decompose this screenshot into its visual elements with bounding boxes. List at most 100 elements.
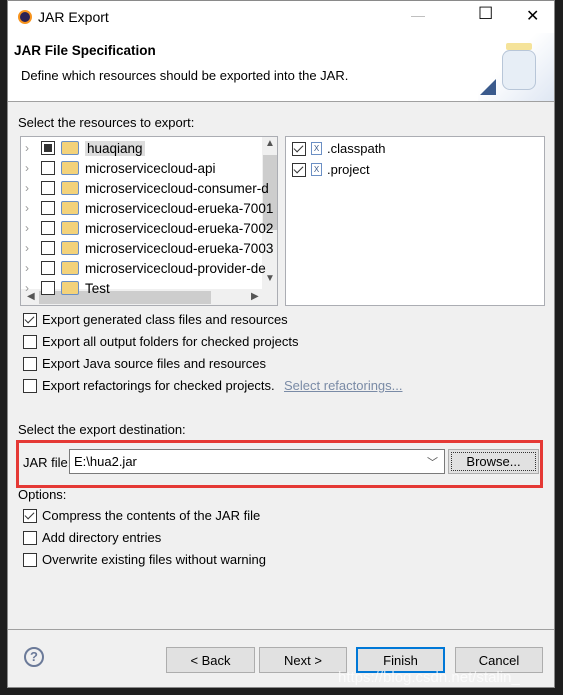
minimize-button[interactable]: — <box>411 7 425 23</box>
checkbox[interactable] <box>292 141 306 156</box>
tree-item-label: microservicecloud-erueka-7003 <box>85 240 274 256</box>
tree-item-label: microservicecloud-erueka-7001 <box>85 200 274 216</box>
jar-icon <box>478 33 554 101</box>
checkbox[interactable] <box>292 162 306 177</box>
tree-item-label: microservicecloud-erueka-7002 <box>85 220 274 236</box>
wizard-header: JAR File Specification Define which reso… <box>8 33 554 102</box>
browse-button[interactable]: Browse... <box>448 449 539 474</box>
back-label: < Back <box>190 652 231 668</box>
jar-export-dialog: JAR Export — ☐ ✕ JAR File Specification … <box>7 0 555 688</box>
tree-item-label: microservicecloud-provider-de <box>85 260 266 276</box>
option-label: Add directory entries <box>42 530 162 545</box>
jar-file-value: E:\hua2.jar <box>74 454 137 469</box>
select-refactorings-link[interactable]: Select refactorings... <box>284 378 403 393</box>
checkbox[interactable] <box>41 241 55 255</box>
checkbox[interactable] <box>41 181 55 195</box>
checkbox[interactable] <box>41 261 55 275</box>
tree-item[interactable]: › microservicecloud-erueka-7002 <box>25 218 273 238</box>
destination-label: Select the export destination: <box>18 422 186 437</box>
project-folder-icon <box>61 261 79 275</box>
chevron-right-icon[interactable]: › <box>25 281 35 295</box>
jar-file-label: JAR file: <box>23 455 72 470</box>
close-button[interactable]: ✕ <box>526 6 539 26</box>
chevron-right-icon[interactable]: › <box>25 161 35 175</box>
tree-item[interactable]: › microservicecloud-api <box>25 158 216 178</box>
tree-item[interactable]: › microservicecloud-provider-de <box>25 258 266 278</box>
xml-file-icon: X <box>311 163 322 176</box>
chevron-right-icon[interactable]: › <box>25 261 35 275</box>
help-button[interactable]: ? <box>24 647 44 667</box>
page-title: JAR File Specification <box>14 43 156 58</box>
file-item[interactable]: X .project <box>292 162 370 177</box>
project-folder-icon <box>61 181 79 195</box>
watermark: https://blog.csdn.net/stalin_ <box>338 669 520 686</box>
checkbox[interactable] <box>41 201 55 215</box>
tree-item[interactable]: › microservicecloud-erueka-7001 <box>25 198 273 218</box>
tree-item[interactable]: › microservicecloud-consumer-d <box>25 178 269 198</box>
separator <box>8 629 554 630</box>
resources-label: Select the resources to export: <box>18 115 195 130</box>
option-label: Export all output folders for checked pr… <box>42 334 299 349</box>
options-label: Options: <box>18 487 67 502</box>
project-folder-icon <box>61 281 79 295</box>
checkbox[interactable] <box>23 378 37 393</box>
browse-label: Browse... <box>466 454 521 469</box>
checkbox[interactable] <box>41 161 55 175</box>
tree-item[interactable]: › microservicecloud-erueka-7003 <box>25 238 273 258</box>
project-folder-icon <box>61 221 79 235</box>
project-folder-icon <box>61 141 79 155</box>
checkbox[interactable] <box>41 221 55 235</box>
eclipse-icon <box>18 10 32 24</box>
checkbox[interactable] <box>23 508 37 523</box>
tree-item[interactable]: › huaqiang <box>25 138 145 158</box>
option-label: Export refactorings for checked projects… <box>42 378 275 393</box>
file-item[interactable]: X .classpath <box>292 141 386 156</box>
checkbox[interactable] <box>23 530 37 545</box>
next-label: Next > <box>284 652 322 668</box>
resource-tree[interactable]: ▲ ▼ ◀ ▶ › huaqiang › microservicecloud-api ›… <box>20 136 278 306</box>
checkbox[interactable] <box>41 141 55 155</box>
checkbox[interactable] <box>41 281 55 295</box>
option-checkbox-row[interactable]: Export refactorings for checked projects… <box>23 378 275 393</box>
project-folder-icon <box>61 161 79 175</box>
project-folder-icon <box>61 241 79 255</box>
next-button[interactable]: Next > <box>259 647 347 673</box>
title-bar: JAR Export — ☐ ✕ <box>8 1 554 33</box>
file-item-label: .classpath <box>327 141 386 156</box>
xml-file-icon: X <box>311 142 322 155</box>
option-checkbox-row[interactable]: Export Java source files and resources <box>23 356 266 371</box>
window-title: JAR Export <box>38 9 109 25</box>
option-checkbox-row[interactable]: Add directory entries <box>23 530 161 545</box>
back-button[interactable]: < Back <box>166 647 255 673</box>
tree-item-label: microservicecloud-consumer-d <box>85 180 269 196</box>
option-checkbox-row[interactable]: Compress the contents of the JAR file <box>23 508 260 523</box>
project-folder-icon <box>61 201 79 215</box>
maximize-button[interactable]: ☐ <box>478 4 493 24</box>
checkbox[interactable] <box>23 552 37 567</box>
finish-label: Finish <box>383 652 418 668</box>
chevron-right-icon[interactable]: › <box>25 241 35 255</box>
tree-item-label: huaqiang <box>85 140 145 156</box>
option-label: Export Java source files and resources <box>42 356 266 371</box>
chevron-right-icon[interactable]: › <box>25 221 35 235</box>
checkbox[interactable] <box>23 334 37 349</box>
chevron-down-icon[interactable]: ﹀ <box>427 454 438 470</box>
chevron-right-icon[interactable]: › <box>25 141 35 155</box>
option-checkbox-row[interactable]: Export generated class files and resourc… <box>23 312 288 327</box>
option-label: Export generated class files and resourc… <box>42 312 288 327</box>
option-label: Compress the contents of the JAR file <box>42 508 261 523</box>
checkbox[interactable] <box>23 312 37 327</box>
cancel-label: Cancel <box>478 652 520 668</box>
checkbox[interactable] <box>23 356 37 371</box>
tree-item-label: microservicecloud-api <box>85 160 216 176</box>
option-label: Overwrite existing files without warning <box>42 552 266 567</box>
file-list[interactable]: X .classpath X .project <box>285 136 545 306</box>
option-checkbox-row[interactable]: Overwrite existing files without warning <box>23 552 266 567</box>
option-checkbox-row[interactable]: Export all output folders for checked pr… <box>23 334 299 349</box>
chevron-right-icon[interactable]: › <box>25 201 35 215</box>
tree-item-label: Test <box>85 280 110 296</box>
tree-item[interactable]: › Test <box>25 278 110 298</box>
help-icon: ? <box>30 649 38 664</box>
jar-file-combo[interactable]: E:\hua2.jar ﹀ <box>69 449 445 474</box>
chevron-right-icon[interactable]: › <box>25 181 35 195</box>
